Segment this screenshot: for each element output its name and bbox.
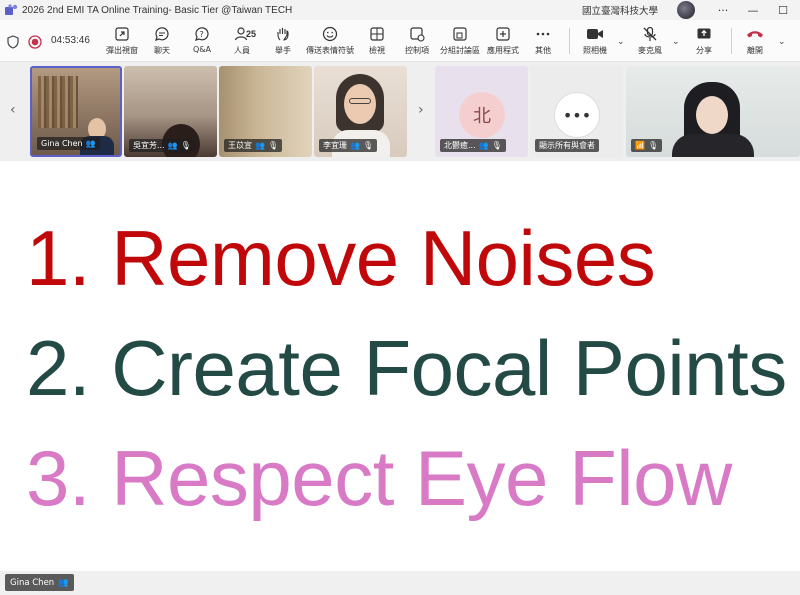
- raise-hand-button[interactable]: 舉手: [263, 24, 303, 60]
- more-options-icon[interactable]: ···: [707, 0, 739, 20]
- qa-icon: ?: [194, 24, 210, 44]
- organizer-icon: 👥: [478, 141, 489, 150]
- emoji-icon: [322, 24, 338, 44]
- raise-hand-icon: [275, 24, 291, 44]
- leave-button[interactable]: 離開: [735, 24, 775, 60]
- participant-tile[interactable]: Gina Chen 👥: [30, 66, 122, 157]
- glasses: [349, 98, 371, 104]
- participant-tile[interactable]: 王苡宣 👥 🎙: [219, 66, 312, 157]
- mic-off-icon: 🎙: [491, 141, 502, 150]
- leave-options-chevron-icon[interactable]: ⌄: [778, 37, 786, 47]
- participant-tile[interactable]: 📶 🎙: [626, 66, 800, 157]
- apps-button[interactable]: 應用程式: [483, 24, 523, 60]
- slide-point-3: 3. Respect Eye Flow: [26, 434, 732, 522]
- participant-tile[interactable]: 吳宜芳... 👥 🎙: [124, 66, 217, 157]
- view-icon: [369, 24, 385, 44]
- participant-name-tag: 北鬱癒... 👥 🎙: [440, 139, 506, 152]
- signal-icon: 📶: [635, 141, 645, 150]
- pop-out-icon: [114, 24, 130, 44]
- more-button[interactable]: 其他: [523, 24, 563, 60]
- chat-icon: [154, 24, 170, 44]
- participant-face: [344, 84, 376, 124]
- controls-button[interactable]: 控制項: [397, 24, 437, 60]
- share-button[interactable]: 分享: [684, 24, 724, 60]
- apps-icon: [495, 24, 511, 44]
- meeting-timer: 04:53:46: [51, 35, 90, 46]
- meeting-toolbar: 04:53:46 彈出視窗 聊天 ? Q&A 人員 25 舉手 傳送表情符號 檢…: [0, 20, 800, 62]
- organizer-icon: 👥: [167, 141, 178, 150]
- microphone-muted-icon: [642, 24, 658, 44]
- show-all-label: 顯示所有與會者: [535, 139, 599, 152]
- mic-off-icon: 🎙: [362, 141, 374, 150]
- chevron-right-icon[interactable]: ›: [418, 102, 424, 118]
- pop-out-button[interactable]: 彈出視窗: [102, 24, 142, 60]
- participant-initial-avatar: 北: [459, 92, 505, 138]
- show-all-participants-button[interactable]: ••• 顯示所有與會者: [530, 66, 623, 157]
- organizer-icon: 👥: [255, 141, 265, 150]
- participant-name-tag: 王苡宣 👥 🎙: [224, 139, 283, 152]
- send-reaction-button[interactable]: 傳送表情符號: [306, 24, 354, 60]
- shared-slide: 1. Remove Noises 2. Create Focal Points …: [0, 161, 800, 571]
- hang-up-icon: [745, 24, 765, 44]
- participant-status-tag: 📶 🎙: [631, 139, 663, 152]
- camera-icon: [586, 24, 604, 44]
- camera-options-chevron-icon[interactable]: ⌄: [617, 37, 625, 47]
- bookshelf-background: [38, 76, 78, 128]
- account-avatar[interactable]: [677, 1, 695, 19]
- chat-button[interactable]: 聊天: [142, 24, 182, 60]
- presenter-name-tag: Gina Chen 👥: [5, 574, 74, 591]
- more-icon: •••: [554, 92, 600, 138]
- share-screen-icon: [696, 24, 712, 44]
- mic-off-icon: 🎙: [647, 141, 659, 150]
- maximize-icon[interactable]: ☐: [767, 0, 799, 20]
- toolbar-divider: [731, 28, 732, 54]
- teams-logo-icon: [4, 3, 18, 17]
- camera-button[interactable]: 照相機: [575, 24, 615, 60]
- svg-text:?: ?: [200, 30, 204, 39]
- participant-name-tag: 吳宜芳... 👥 🎙: [129, 139, 195, 152]
- recording-icon[interactable]: [28, 34, 42, 53]
- microphone-options-chevron-icon[interactable]: ⌄: [672, 37, 680, 47]
- organization-name: 國立臺灣科技大學: [582, 6, 659, 17]
- participant-tile[interactable]: 北 北鬱癒... 👥 🎙: [435, 66, 528, 157]
- participant-tile[interactable]: 李宜珊 👥 🎙: [314, 66, 407, 157]
- toolbar-divider: [569, 28, 570, 54]
- chevron-left-icon[interactable]: ‹: [10, 102, 16, 118]
- participant-body: [672, 134, 754, 157]
- participant-video-strip: ‹ Gina Chen 👥 吳宜芳... 👥 🎙 王苡宣 👥 🎙 李宜珊 👥 🎙…: [0, 62, 800, 161]
- participant-name-tag: Gina Chen 👥: [37, 137, 100, 150]
- slide-point-1: 1. Remove Noises: [26, 214, 656, 302]
- view-button[interactable]: 檢視: [357, 24, 397, 60]
- slide-point-2: 2. Create Focal Points: [26, 324, 787, 412]
- window-title: 2026 2nd EMI TA Online Training- Basic T…: [22, 4, 293, 16]
- microphone-button[interactable]: 麥克風: [630, 24, 670, 60]
- people-count-badge: 25: [246, 29, 257, 39]
- mic-off-icon: 🎙: [267, 141, 279, 150]
- breakout-rooms-button[interactable]: 分組討論區: [440, 24, 480, 60]
- qa-button[interactable]: ? Q&A: [182, 24, 222, 60]
- title-bar: 2026 2nd EMI TA Online Training- Basic T…: [0, 0, 800, 20]
- presenter-bar: Gina Chen 👥: [0, 571, 800, 595]
- participant-face: [696, 96, 728, 134]
- more-icon: [535, 24, 551, 44]
- participant-name-tag: 李宜珊 👥 🎙: [319, 139, 378, 152]
- controls-icon: [409, 24, 425, 44]
- breakout-icon: [452, 24, 468, 44]
- organizer-icon: 👥: [58, 577, 69, 588]
- minimize-icon[interactable]: —: [737, 0, 769, 20]
- mic-off-icon: 🎙: [180, 141, 191, 150]
- shield-icon[interactable]: [7, 34, 19, 53]
- organizer-icon: 👥: [350, 141, 360, 150]
- organizer-icon: 👥: [85, 139, 96, 148]
